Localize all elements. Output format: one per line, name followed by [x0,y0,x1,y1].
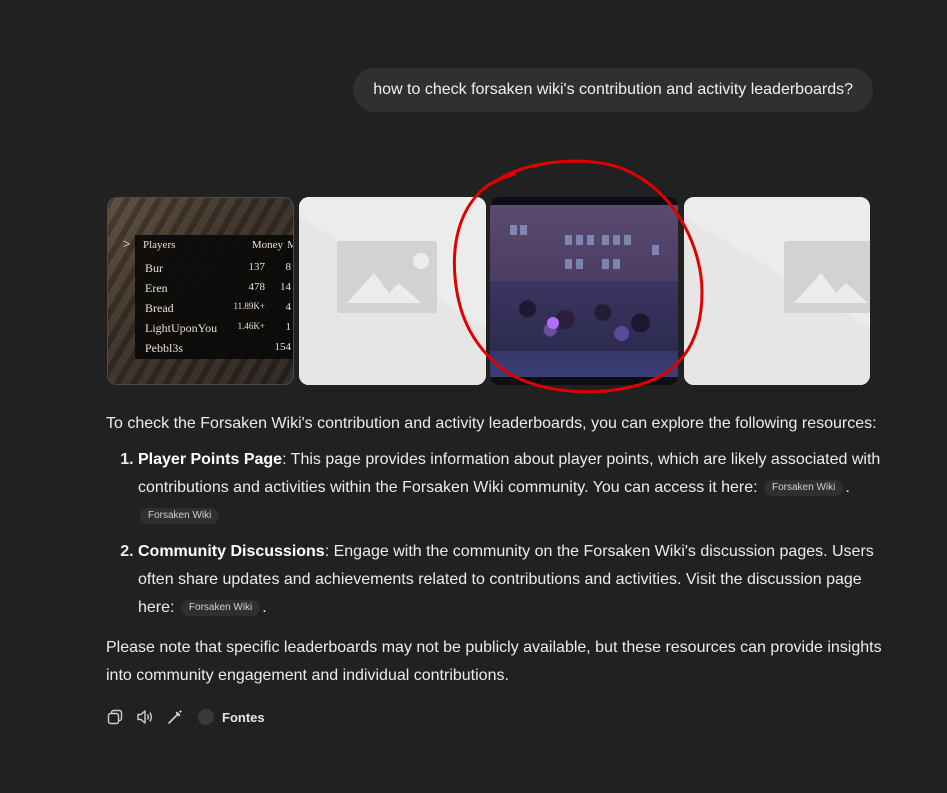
source-favicon-icon [198,709,214,725]
answer-note: Please note that specific leaderboards m… [106,639,882,684]
scoreboard-money: 478 [248,281,266,293]
image-carousel: > Players Money M Bur 137 8 Eren 478 14 … [107,197,870,385]
scoreboard-row: Eren 478 14 [145,281,293,296]
resource-list: Player Points Page: This page provides i… [106,446,896,622]
sources-label: Fontes [222,709,265,725]
source-chip[interactable]: Forsaken Wiki [180,599,261,616]
user-message-text: how to check forsaken wiki's contributio… [373,81,853,98]
magic-pen-icon[interactable] [166,708,184,726]
scoreboard-player: Pebbl3s [145,341,184,355]
list-item: Player Points Page: This page provides i… [138,446,896,530]
scoreboard-header-m: M [287,239,293,251]
scoreboard-player: Eren [145,281,168,295]
scoreboard-row: Pebbl3s 154 [145,341,293,356]
scoreboard-money: 11.89K+ [233,301,266,311]
scoreboard-m: 154 [274,341,292,353]
source-chip[interactable]: Forsaken Wiki [140,507,220,524]
source-chip[interactable]: Forsaken Wiki [764,479,844,496]
user-message-bubble: how to check forsaken wiki's contributio… [353,68,873,112]
scoreboard-m: 4 [285,301,292,313]
photo-building [490,205,678,285]
scoreboard-panel: > Players Money M Bur 137 8 Eren 478 14 … [123,235,293,359]
sources-button[interactable]: Fontes [198,709,265,725]
scoreboard-money: 137 [248,261,266,273]
scoreboard-player: LightUponYou [145,321,218,335]
photo-highlight [547,317,559,329]
assistant-answer: To check the Forsaken Wiki's contributio… [106,410,896,690]
image-placeholder-icon [299,197,486,385]
image-result-scoreboard[interactable]: > Players Money M Bur 137 8 Eren 478 14 … [107,197,294,385]
scoreboard-header: Players Money M [143,239,293,251]
scoreboard-m: 14 [280,281,291,293]
list-item: Community Discussions: Engage with the c… [138,538,896,622]
scoreboard-header-money: Money [251,239,283,251]
image-result-placeholder[interactable] [299,197,486,385]
image-result-photo[interactable] [490,197,678,385]
image-result-placeholder[interactable] [684,197,870,385]
scoreboard-player: Bur [145,261,163,275]
scoreboard-row: Bur 137 8 [145,261,293,276]
item-title: Player Points Page [138,451,283,468]
scoreboard-arrow: > [123,236,131,251]
scoreboard-money: 1.46K+ [237,321,265,331]
scoreboard-player: Bread [145,301,174,315]
scoreboard-row: Bread 11.89K+ 4 [145,301,293,316]
scoreboard-m: 1 [285,321,292,333]
image-placeholder-icon [684,197,870,385]
scoreboard-row: LightUponYou 1.46K+ 1 [145,321,293,336]
scoreboard-header-players: Players [143,239,176,251]
copy-icon[interactable] [106,708,124,726]
scoreboard-m: 8 [285,261,292,273]
item-title: Community Discussions [138,543,325,560]
answer-intro: To check the Forsaken Wiki's contributio… [106,415,877,432]
speaker-icon[interactable] [136,708,154,726]
photo-crowd [490,281,678,351]
message-actions: Fontes [106,706,265,728]
